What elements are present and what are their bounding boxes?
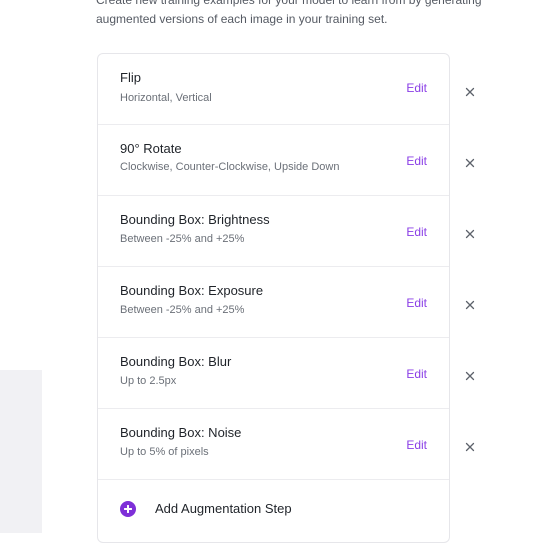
edit-brightness-link[interactable]: Edit	[406, 225, 427, 239]
step-detail: Clockwise, Counter-Clockwise, Upside Dow…	[120, 161, 340, 173]
remove-noise-button[interactable]	[465, 439, 475, 452]
step-title: Bounding Box: Noise	[120, 425, 242, 440]
close-icon	[465, 87, 475, 97]
step-title: Bounding Box: Blur	[120, 354, 232, 369]
edit-flip-link[interactable]: Edit	[406, 81, 427, 95]
edit-exposure-link[interactable]: Edit	[406, 296, 427, 310]
remove-brightness-button[interactable]	[465, 226, 475, 239]
edit-noise-link[interactable]: Edit	[406, 438, 427, 452]
step-detail: Up to 2.5px	[120, 375, 177, 387]
description-line-1: Create new training examples for your mo…	[96, 0, 482, 7]
augmentation-step-noise: Bounding Box: Noise Up to 5% of pixels E…	[98, 409, 449, 480]
step-title: Bounding Box: Brightness	[120, 212, 270, 227]
step-detail: Up to 5% of pixels	[120, 446, 209, 458]
step-detail: Horizontal, Vertical	[120, 92, 212, 104]
step-title: Bounding Box: Exposure	[120, 283, 264, 298]
close-icon	[465, 229, 475, 239]
augmentation-step-flip: Flip Horizontal, Vertical Edit	[98, 54, 449, 125]
close-icon	[465, 158, 475, 168]
add-augmentation-step-button[interactable]: Add Augmentation Step	[98, 480, 449, 540]
close-icon	[465, 371, 475, 381]
step-detail: Between -25% and +25%	[120, 233, 245, 245]
description-line-2: augmented versions of each image in your…	[96, 12, 388, 26]
augmentation-step-exposure: Bounding Box: Exposure Between -25% and …	[98, 267, 449, 338]
plus-circle-icon	[120, 501, 136, 517]
step-title: 90° Rotate	[120, 141, 182, 156]
augmentation-steps-card: Flip Horizontal, Vertical Edit 90° Rotat…	[97, 53, 450, 543]
augmentation-step-rotate: 90° Rotate Clockwise, Counter-Clockwise,…	[98, 125, 449, 196]
close-icon	[465, 300, 475, 310]
section-description: Create new training examples for your mo…	[96, 0, 535, 38]
add-augmentation-step-label: Add Augmentation Step	[155, 501, 292, 516]
remove-blur-button[interactable]	[465, 368, 475, 381]
edit-rotate-link[interactable]: Edit	[406, 154, 427, 168]
remove-rotate-button[interactable]	[465, 155, 475, 168]
step-title: Flip	[120, 70, 141, 85]
augmentation-step-blur: Bounding Box: Blur Up to 2.5px Edit	[98, 338, 449, 409]
remove-exposure-button[interactable]	[465, 297, 475, 310]
augmentation-step-brightness: Bounding Box: Brightness Between -25% an…	[98, 196, 449, 267]
remove-flip-button[interactable]	[465, 84, 475, 97]
background-panel	[0, 370, 42, 533]
step-detail: Between -25% and +25%	[120, 304, 245, 316]
close-icon	[465, 442, 475, 452]
edit-blur-link[interactable]: Edit	[406, 367, 427, 381]
